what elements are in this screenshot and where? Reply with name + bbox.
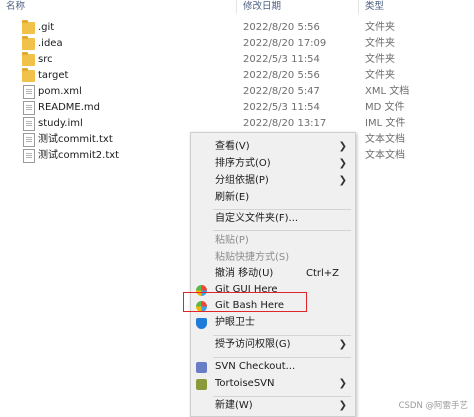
chevron-right-icon: ❯ (338, 158, 347, 169)
chevron-right-icon: ❯ (338, 175, 347, 186)
file-date: 2022/8/20 17:09 (243, 38, 327, 49)
column-header-date[interactable]: 修改日期 (243, 0, 281, 16)
file-row-study-iml[interactable]: study.iml 2022/8/20 13:17 IML 文件 (0, 116, 474, 132)
file-row-readme[interactable]: README.md 2022/5/3 11:54 MD 文件 (0, 100, 474, 116)
file-type: XML 文档 (365, 86, 410, 97)
menu-item-refresh[interactable]: 刷新(E) (191, 189, 355, 207)
file-icon (23, 117, 35, 131)
menu-label: 新建(W) (215, 400, 253, 411)
file-row-git[interactable]: .git 2022/8/20 5:56 文件夹 (0, 20, 474, 36)
text-file-icon (23, 149, 35, 163)
file-name: .git (38, 22, 55, 33)
file-date: 2022/5/3 11:54 (243, 102, 320, 113)
menu-label: 自定义文件夹(F)... (215, 213, 299, 224)
file-type: 文件夹 (365, 38, 395, 49)
folder-icon (22, 68, 35, 82)
menu-label: SVN Checkout... (215, 361, 296, 372)
file-type: 文件夹 (365, 22, 395, 33)
file-type: 文本文档 (365, 150, 405, 161)
file-type: IML 文件 (365, 118, 406, 129)
menu-item-paste[interactable]: 粘贴(P) (191, 232, 355, 250)
menu-separator (213, 230, 351, 231)
file-name: study.iml (38, 118, 83, 129)
tortoisesvn-icon (196, 379, 207, 390)
file-icon (23, 101, 35, 115)
folder-icon (22, 20, 35, 34)
file-type: 文件夹 (365, 54, 395, 65)
menu-label: 排序方式(O) (215, 158, 271, 169)
file-name: 测试commit2.txt (38, 150, 120, 161)
file-date: 2022/8/20 5:56 (243, 70, 320, 81)
shield-icon (196, 318, 207, 329)
folder-icon (22, 36, 35, 50)
highlight-box (183, 292, 307, 312)
file-name: src (38, 54, 53, 65)
menu-label: 查看(V) (215, 141, 250, 152)
text-file-icon (23, 133, 35, 147)
svn-icon (196, 362, 207, 373)
menu-item-svn-checkout[interactable]: SVN Checkout... (191, 358, 355, 376)
watermark: CSDN @阿雷手艺 (398, 401, 468, 411)
chevron-right-icon: ❯ (338, 378, 347, 389)
chevron-right-icon: ❯ (338, 339, 347, 350)
file-row-pom[interactable]: pom.xml 2022/8/20 5:47 XML 文档 (0, 84, 474, 100)
file-date: 2022/5/3 11:54 (243, 54, 320, 65)
file-icon (23, 85, 35, 99)
file-row-src[interactable]: src 2022/5/3 11:54 文件夹 (0, 52, 474, 68)
column-header-name[interactable]: 名称 (6, 0, 25, 16)
file-row-idea[interactable]: .idea 2022/8/20 17:09 文件夹 (0, 36, 474, 52)
chevron-right-icon: ❯ (338, 141, 347, 152)
file-name: .idea (38, 38, 63, 49)
file-row-target[interactable]: target 2022/8/20 5:56 文件夹 (0, 68, 474, 84)
menu-item-group[interactable]: 分组依据(P) ❯ (191, 172, 355, 190)
file-name: 测试commit.txt (38, 134, 113, 145)
folder-icon (22, 52, 35, 66)
column-header-type[interactable]: 类型 (365, 0, 384, 16)
chevron-right-icon: ❯ (338, 400, 347, 411)
menu-label: 分组依据(P) (215, 175, 269, 186)
menu-item-eye-protect[interactable]: 护眼卫士 (191, 314, 355, 332)
menu-label: 刷新(E) (215, 192, 250, 203)
menu-item-new[interactable]: 新建(W) ❯ (191, 397, 355, 415)
menu-label: 粘贴(P) (215, 235, 249, 246)
file-date: 2022/8/20 5:47 (243, 86, 320, 97)
context-menu: 查看(V) ❯ 排序方式(O) ❯ 分组依据(P) ❯ 刷新(E) 自定义文件夹… (190, 132, 356, 417)
column-header-bar: 名称 修改日期 类型 (0, 0, 474, 16)
menu-item-tortoisesvn[interactable]: TortoiseSVN ❯ (191, 375, 355, 393)
file-type: 文件夹 (365, 70, 395, 81)
column-divider[interactable] (236, 0, 237, 14)
file-date: 2022/8/20 5:56 (243, 22, 320, 33)
menu-label: 授予访问权限(G) (215, 339, 291, 350)
file-name: pom.xml (38, 86, 82, 97)
file-name: README.md (38, 102, 101, 113)
file-date: 2022/8/20 13:17 (243, 118, 327, 129)
menu-item-sort[interactable]: 排序方式(O) ❯ (191, 155, 355, 173)
menu-item-view[interactable]: 查看(V) ❯ (191, 138, 355, 156)
file-type: 文本文档 (365, 134, 405, 145)
menu-item-customize-folder[interactable]: 自定义文件夹(F)... (191, 210, 355, 228)
menu-item-grant-access[interactable]: 授予访问权限(G) ❯ (191, 336, 355, 354)
file-type: MD 文件 (365, 102, 405, 113)
file-name: target (38, 70, 69, 81)
menu-label: 护眼卫士 (215, 317, 255, 328)
column-divider[interactable] (358, 0, 359, 14)
menu-label: TortoiseSVN (215, 378, 275, 389)
